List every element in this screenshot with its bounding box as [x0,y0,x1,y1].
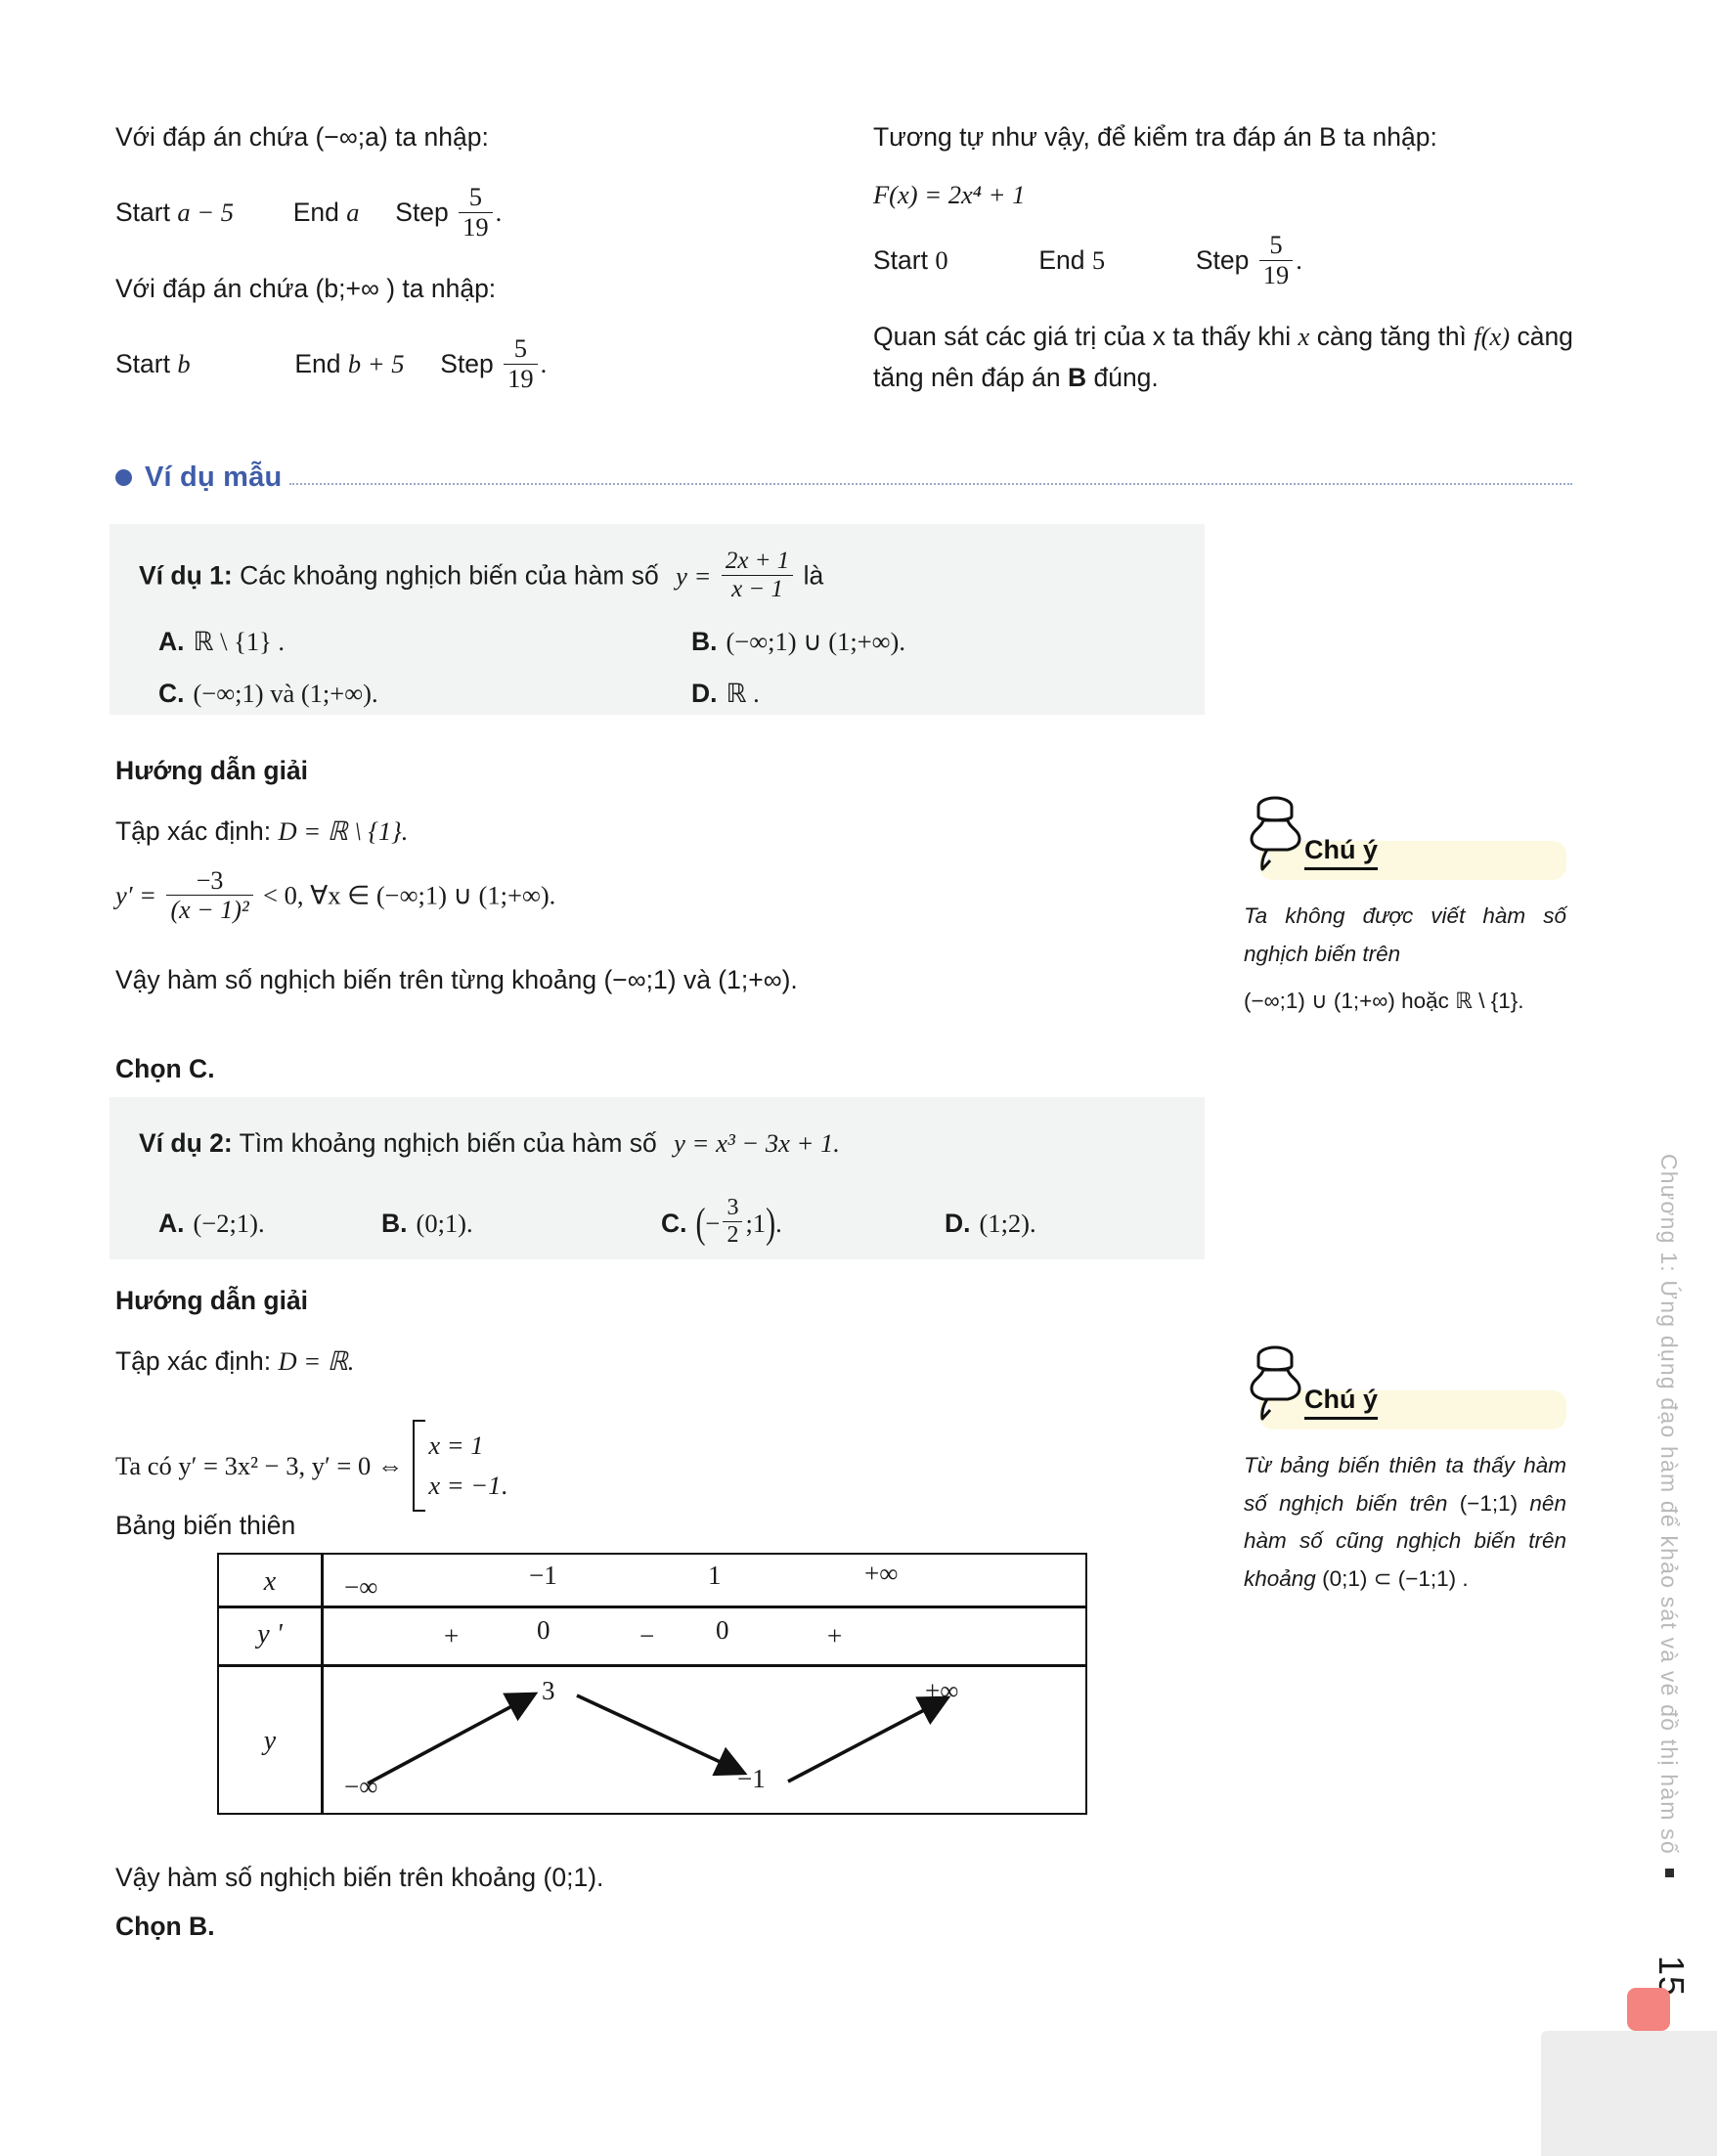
intro-left-step-row-1: Start a − 5 End a Step 5 19 . [115,182,503,242]
variation-arrows [367,1692,951,1785]
chapter-spine-text: Chương 1: Ứng dụng đạo hàm để khảo sát v… [1655,1154,1682,1891]
yprime-sign-1: + [444,1621,460,1650]
start-label-2: Start [115,349,170,379]
example-1-options-row-2: C. (−∞;1) và (1;+∞). D. ℝ . [139,679,1175,709]
example-2-derivative: Ta có y′ = 3x² − 3, y′ = 0 ⇔ x = 1 x = −… [115,1420,507,1513]
example-1-box: Ví dụ 1: Các khoảng nghịch biến của hàm … [110,524,1205,715]
example-2-title: Ví dụ 2: Tìm khoảng nghịch biến của hàm … [139,1128,840,1158]
spine-square-icon [1664,1868,1674,1877]
option-d[interactable]: D. (1;2). [945,1197,1036,1251]
system-brace: x = 1 x = −1 [413,1420,501,1513]
row-label-y: y [263,1726,277,1756]
end-label-1: End [292,198,339,228]
example-2-choice: Chọn B. [115,1912,215,1941]
option-b[interactable]: B. (−∞;1) ∪ (1;+∞). [691,627,905,657]
example-1-conclusion: Vậy hàm số nghịch biến trên từng khoảng … [115,965,798,994]
x-value-1: 1 [708,1561,722,1590]
option-b[interactable]: B. (0;1). [381,1197,661,1251]
row-label-x: x [263,1566,277,1597]
option-c[interactable]: C. ( − 3 2 ;1 ). [661,1195,945,1251]
step-label-2: Step [440,349,494,379]
corner-gray-block [1541,2031,1717,2156]
end-label-2: End [294,349,341,379]
yprime-sign-2: − [639,1621,655,1650]
intro-right-step-row: Start 0 End 5 Step 5 19 . [873,230,1302,289]
intro-left-line1: Với đáp án chứa (−∞;a) ta nhập: [115,122,489,152]
example-2-options-row: A. (−2;1). B. (0;1). C. ( − 3 2 ;1 ). D. [139,1195,1175,1251]
end-value-2: b + 5 [347,349,405,379]
yprime-sign-3: + [827,1621,843,1650]
option-c-fraction: 3 2 [723,1195,743,1249]
end-value-r: 5 [1091,245,1106,276]
example-1-formula-fraction: 2x + 1 x − 1 [721,548,794,603]
document-page: Với đáp án chứa (−∞;a) ta nhập: Start a … [0,0,1717,2156]
example-2-table-heading: Bảng biến thiên [115,1511,296,1540]
x-value-neg-inf: −∞ [344,1572,378,1602]
example-2-box: Ví dụ 2: Tìm khoảng nghịch biến của hàm … [110,1097,1205,1259]
example-2-conclusion: Vậy hàm số nghịch biến trên khoảng (0;1)… [115,1863,604,1892]
section-title: Ví dụ mẫu [145,462,283,493]
note-2-label: Chú ý [1304,1385,1379,1420]
variation-table: x y ' y −∞ −1 1 +∞ + 0 − 0 + −∞ 3 −1 +∞ [217,1553,1087,1815]
row-label-yprime: y ' [257,1619,283,1650]
intro-left-step-row-2: Start b End b + 5 Step 5 19 . [115,333,548,394]
example-1-choice: Chọn C. [115,1054,215,1083]
step-label-1: Step [395,198,449,228]
corner-pink-marker [1627,1988,1670,2031]
end-label-r: End [1038,245,1085,276]
yprime-zero-1: 0 [537,1615,550,1645]
example-1-options-row-1: A. ℝ \ {1} . B. (−∞;1) ∪ (1;+∞). [139,627,1175,657]
intro-right-column: Tương tự như vậy, để kiểm tra đáp án B t… [873,117,1577,425]
step-fraction-1: 5 19 [459,182,493,242]
section-heading-vi-du-mau: Ví dụ mẫu [115,462,1572,494]
step-fraction-2: 5 19 [504,334,538,393]
dotted-rule [289,482,1572,485]
note-2-header: Chú ý [1244,1345,1566,1430]
option-c[interactable]: C. (−∞;1) và (1;+∞). [139,679,691,709]
start-value-1: a − 5 [177,198,234,228]
start-label-r: Start [873,245,928,276]
note-box-2: Chú ý Từ bảng biến thiên ta thấy hàm số … [1244,1345,1566,1599]
note-1-label: Chú ý [1304,835,1379,870]
example-1-derivative: y′ = −3 (x − 1)² < 0, ∀x ∈ (−∞;1) ∪ (1;+… [115,866,556,925]
option-a[interactable]: A. (−2;1). [139,1197,381,1251]
x-value-neg-1: −1 [529,1561,557,1590]
example-1-domain: Tập xác định: D = ℝ \ {1}. [115,816,409,846]
intro-left-column: Với đáp án chứa (−∞;a) ta nhập: Start a … [115,117,800,421]
x-value-pos-inf: +∞ [864,1559,899,1588]
intro-right-conclusion: Quan sát các giá trị của x ta thấy khi x… [873,322,1573,392]
start-label-1: Start [115,198,170,228]
step-fraction-r: 5 19 [1258,230,1294,289]
step-label-r: Step [1195,245,1250,276]
example-2-solution-heading: Hướng dẫn giải [115,1286,309,1315]
intro-right-line1: Tương tự như vậy, để kiểm tra đáp án B t… [873,122,1437,152]
intro-right-formula: F(x) = 2x⁴ + 1 [873,180,1026,210]
yprime-zero-2: 0 [716,1615,729,1645]
end-value-1: a [346,198,360,228]
option-a[interactable]: A. ℝ \ {1} . [139,627,691,657]
bullet-icon [115,469,132,486]
example-1-title: Ví dụ 1: Các khoảng nghịch biến của hàm … [139,548,824,603]
note-box-1: Chú ý Ta không được viết hàm số nghịch b… [1244,796,1566,1021]
option-d[interactable]: D. ℝ . [691,679,760,709]
note-1-header: Chú ý [1244,796,1566,880]
note-2-body: Từ bảng biến thiên ta thấy hàm số nghịch… [1244,1453,1566,1592]
intro-left-line2: Với đáp án chứa (b;+∞ ) ta nhập: [115,274,497,304]
example-2-domain: Tập xác định: D = ℝ. [115,1346,355,1376]
start-value-2: b [177,349,191,379]
note-1-body: Ta không được viết hàm số nghịch biến tr… [1244,903,1566,1014]
table-hline-1 [219,1606,1085,1608]
start-value-r: 0 [935,245,948,276]
example-1-solution-heading: Hướng dẫn giải [115,756,309,785]
example-1-derivative-fraction: −3 (x − 1)² [166,866,253,924]
